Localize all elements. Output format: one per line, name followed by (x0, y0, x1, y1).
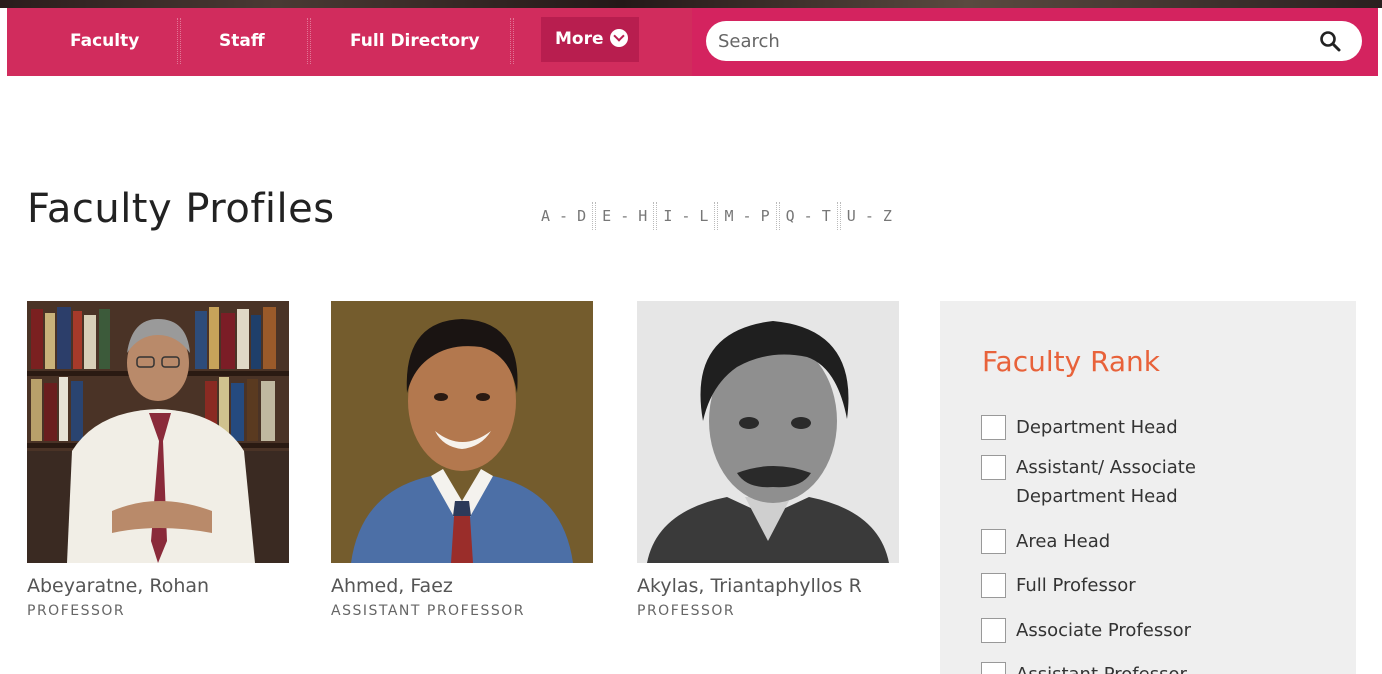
filter-option-assistant-associate-department-head[interactable]: Assistant/ Associate Department Head (981, 455, 1196, 511)
alphabet-filter: A - D E - H I - L M - P Q - T U - Z (541, 202, 898, 230)
filter-option-label: Full Professor (1016, 575, 1136, 596)
filter-option-area-head[interactable]: Area Head (981, 529, 1110, 556)
profile-photo[interactable] (331, 301, 593, 563)
chevron-down-icon (609, 29, 628, 47)
alpha-link-u-z[interactable]: U - Z (841, 207, 898, 225)
nav-link-staff[interactable]: Staff (219, 8, 265, 76)
search-input[interactable] (718, 21, 1298, 61)
checkbox[interactable] (981, 415, 1006, 440)
filter-option-assistant-professor[interactable]: Assistant Professor (981, 662, 1187, 674)
profile-name[interactable]: Abeyaratne, Rohan (27, 575, 289, 597)
filter-option-full-professor[interactable]: Full Professor (981, 573, 1136, 600)
nav-divider (177, 18, 181, 64)
profile-name[interactable]: Ahmed, Faez (331, 575, 593, 597)
nav-link-full-directory[interactable]: Full Directory (350, 8, 480, 76)
more-menu-button[interactable]: More (541, 17, 639, 62)
nav-divider (307, 18, 311, 64)
alpha-link-m-p[interactable]: M - P (718, 207, 775, 225)
nav-links-area: Faculty Staff Full Directory More (7, 8, 692, 76)
checkbox[interactable] (981, 573, 1006, 598)
search-box (706, 21, 1362, 61)
nav-divider (510, 18, 514, 64)
filter-option-associate-professor[interactable]: Associate Professor (981, 618, 1191, 645)
profile-card: Abeyaratne, Rohan PROFESSOR (27, 301, 289, 619)
profile-card: Ahmed, Faez ASSISTANT PROFESSOR (331, 301, 593, 619)
alpha-link-i-l[interactable]: I - L (657, 207, 714, 225)
search-icon[interactable] (1319, 30, 1341, 52)
alpha-link-e-h[interactable]: E - H (596, 207, 653, 225)
filter-title: Faculty Rank (982, 345, 1161, 378)
filter-option-label: Department Head (1016, 417, 1178, 438)
profile-card: Akylas, Triantaphyllos R PROFESSOR (637, 301, 899, 619)
filter-option-label: Associate Professor (1016, 620, 1191, 641)
more-label: More (555, 29, 604, 49)
checkbox[interactable] (981, 662, 1006, 674)
profile-name[interactable]: Akylas, Triantaphyllos R (637, 575, 899, 597)
filter-option-label: Assistant/ Associate Department Head (1016, 457, 1196, 507)
profile-rank: ASSISTANT PROFESSOR (331, 603, 525, 619)
profile-rank: PROFESSOR (637, 603, 736, 619)
checkbox[interactable] (981, 455, 1006, 480)
header-photo-strip (0, 0, 1382, 8)
filter-option-label: Area Head (1016, 531, 1111, 552)
profile-photo[interactable] (27, 301, 289, 563)
nav-link-faculty[interactable]: Faculty (70, 8, 139, 76)
checkbox[interactable] (981, 529, 1006, 554)
page-title: Faculty Profiles (27, 186, 335, 232)
checkbox[interactable] (981, 618, 1006, 643)
profile-photo[interactable] (637, 301, 899, 563)
faculty-rank-filter: Faculty Rank Department Head Assistant/ … (940, 301, 1356, 674)
filter-option-label: Assistant Professor (1016, 660, 1187, 674)
alpha-link-q-t[interactable]: Q - T (780, 207, 837, 225)
filter-option-department-head[interactable]: Department Head (981, 415, 1178, 442)
profile-rank: PROFESSOR (27, 603, 126, 619)
top-navbar: Faculty Staff Full Directory More (7, 8, 1378, 76)
alpha-link-a-d[interactable]: A - D (541, 207, 592, 225)
